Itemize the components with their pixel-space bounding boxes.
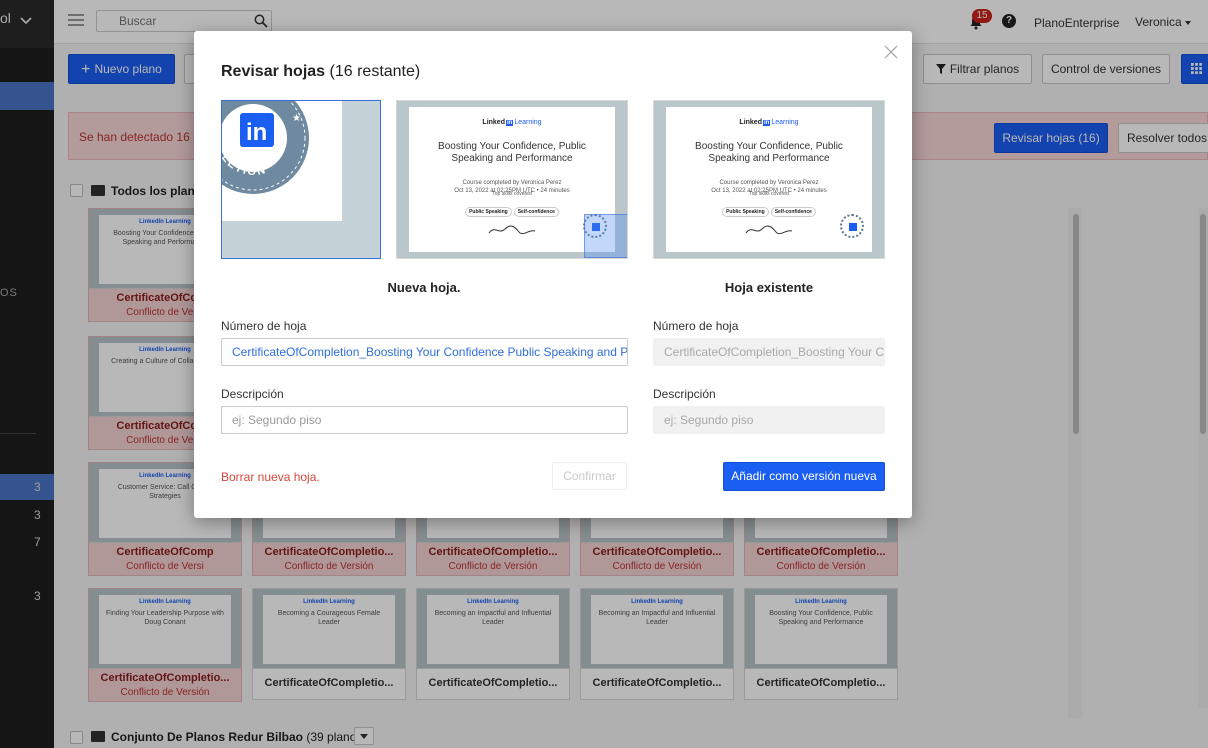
delete-new-sheet-link[interactable]: Borrar nueva hoja. bbox=[221, 470, 320, 484]
zoomed-preview[interactable]: in MPLETION ★ bbox=[221, 100, 381, 259]
new-sheet-number-label: Número de hoja bbox=[221, 319, 307, 333]
certificate-title: Boosting Your Confidence, Public Speakin… bbox=[695, 141, 843, 164]
close-icon[interactable] bbox=[884, 45, 898, 59]
skills-heading: Top skills covered bbox=[492, 191, 532, 197]
existing-sheet-preview[interactable]: Linked in Learning Boosting Your Confidenc… bbox=[653, 100, 885, 259]
linkedin-seal-icon: in MPLETION ★ bbox=[222, 101, 309, 194]
skills-heading: Top skills covered bbox=[749, 191, 789, 197]
completion-stamp-icon bbox=[840, 214, 864, 238]
linkedin-learning-logo: Linked in Learning bbox=[739, 119, 799, 126]
signature-icon bbox=[745, 225, 793, 235]
confirm-button[interactable]: Confirmar bbox=[552, 462, 627, 490]
skill-chip: Self-confidence bbox=[770, 207, 816, 217]
zoom-region-highlight[interactable] bbox=[584, 214, 627, 258]
certificate-title: Boosting Your Confidence, Public Speakin… bbox=[438, 141, 586, 164]
existing-sheet-number-field: CertificateOfCompletion_Boosting Your C bbox=[653, 338, 885, 366]
completed-by: Course completed by Veronica Perez bbox=[719, 180, 819, 186]
add-as-new-version-button[interactable]: Añadir como versión nueva bbox=[723, 462, 885, 491]
review-sheets-dialog: Revisar hojas (16 restante) in MPLETION … bbox=[194, 31, 912, 518]
dialog-remaining: (16 restante) bbox=[329, 63, 421, 80]
skill-chip: Public Speaking bbox=[465, 207, 512, 217]
svg-text:in: in bbox=[246, 119, 267, 146]
skill-chip: Public Speaking bbox=[722, 207, 769, 217]
skills-list: Public Speaking Self-confidence bbox=[666, 202, 872, 217]
new-description-input[interactable]: ej: Segundo piso bbox=[221, 406, 628, 434]
linkedin-learning-logo: Linked in Learning bbox=[482, 119, 542, 126]
skill-chip: Self-confidence bbox=[513, 207, 559, 217]
existing-description-field: ej: Segundo piso bbox=[653, 406, 885, 434]
new-sheet-number-input[interactable]: CertificateOfCompletion_Boosting Your Co… bbox=[221, 338, 628, 366]
dialog-title: Revisar hojas (16 restante) bbox=[221, 63, 420, 81]
existing-description-label: Descripción bbox=[653, 387, 716, 401]
existing-sheet-heading: Hoja existente bbox=[724, 280, 814, 295]
new-description-label: Descripción bbox=[221, 387, 284, 401]
svg-text:★: ★ bbox=[292, 113, 301, 124]
dialog-title-main: Revisar hojas bbox=[221, 63, 326, 80]
new-sheet-heading: Nueva hoja. bbox=[387, 280, 461, 295]
completed-by: Course completed by Veronica Perez bbox=[462, 180, 562, 186]
certificate-page: Linked in Learning Boosting Your Confidenc… bbox=[666, 107, 872, 252]
existing-sheet-number-label: Número de hoja bbox=[653, 319, 739, 333]
new-sheet-preview[interactable]: Linked in Learning Boosting Your Confidenc… bbox=[396, 100, 628, 259]
signature-icon bbox=[488, 225, 536, 235]
